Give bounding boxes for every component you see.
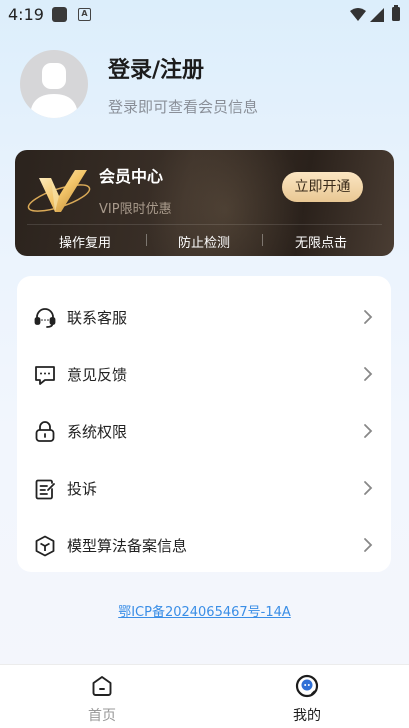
- nav-mine-label: 我的: [293, 708, 321, 724]
- vip-feature-separator: [262, 234, 263, 246]
- vip-card[interactable]: 会员中心 VIP限时优惠 立即开通 操作复用 防止检测 无限点击: [15, 150, 394, 256]
- menu-label: 意见反馈: [67, 366, 128, 384]
- app-notification-icon: [52, 7, 67, 22]
- menu-label: 投诉: [67, 480, 98, 498]
- chevron-right-icon: [364, 538, 373, 552]
- menu-label: 系统权限: [67, 423, 128, 441]
- chat-bubble-icon: [35, 366, 55, 385]
- cube-icon: [35, 535, 55, 557]
- vip-feature-reuse: 操作复用: [59, 236, 112, 251]
- lock-icon: [35, 421, 55, 442]
- settings-menu: 联系客服 意见反馈 系统权限 投诉 模型算法备案信息: [17, 276, 391, 572]
- status-bar: 4:19 A: [0, 0, 409, 28]
- home-icon: [92, 676, 112, 696]
- login-register-title[interactable]: 登录/注册: [108, 52, 204, 84]
- menu-item-complaint[interactable]: 投诉: [17, 460, 391, 517]
- vip-feature-separator: [146, 234, 147, 246]
- vip-promo-text: VIP限时优惠: [99, 202, 172, 217]
- activate-vip-button[interactable]: 立即开通: [282, 172, 363, 202]
- battery-icon: [392, 5, 400, 21]
- default-avatar-icon: [30, 63, 78, 118]
- chevron-right-icon: [364, 310, 373, 324]
- nav-home-label: 首页: [88, 708, 116, 724]
- chevron-right-icon: [364, 481, 373, 495]
- menu-item-algorithm-filing[interactable]: 模型算法备案信息: [17, 517, 391, 574]
- profile-icon: [295, 674, 319, 698]
- wifi-icon: [350, 8, 366, 21]
- chevron-right-icon: [364, 367, 373, 381]
- menu-label: 模型算法备案信息: [67, 537, 188, 555]
- menu-item-feedback[interactable]: 意见反馈: [17, 346, 391, 403]
- vip-divider: [27, 224, 382, 225]
- menu-label: 联系客服: [67, 309, 128, 327]
- vip-v-logo-icon: [27, 170, 91, 212]
- headset-icon: [34, 308, 56, 328]
- app-badge-icon: A: [78, 8, 91, 21]
- menu-item-system-permissions[interactable]: 系统权限: [17, 403, 391, 460]
- icp-filing-link[interactable]: 鄂ICP备2024065467号-14A: [0, 601, 409, 620]
- login-subtitle: 登录即可查看会员信息: [108, 98, 259, 116]
- chevron-right-icon: [364, 424, 373, 438]
- menu-item-contact-support[interactable]: 联系客服: [17, 289, 391, 346]
- vip-feature-unlimited: 无限点击: [295, 236, 348, 251]
- nav-home[interactable]: 首页: [42, 665, 162, 728]
- signal-icon: [370, 8, 384, 22]
- bottom-nav: 首页 我的: [0, 664, 409, 728]
- avatar[interactable]: [20, 50, 88, 118]
- status-time: 4:19: [8, 5, 44, 24]
- vip-feature-anti-detect: 防止检测: [178, 236, 231, 251]
- complaint-icon: [35, 479, 55, 500]
- nav-mine[interactable]: 我的: [247, 665, 367, 728]
- vip-center-title: 会员中心: [99, 167, 164, 186]
